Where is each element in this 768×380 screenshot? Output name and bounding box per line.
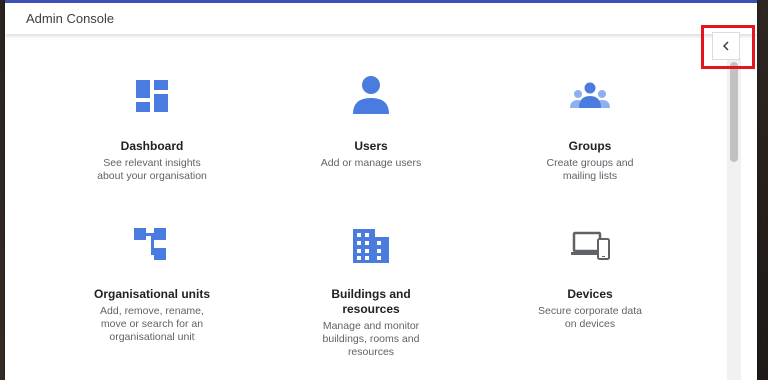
- devices-icon: [571, 231, 610, 260]
- card-description-line: Create groups and: [546, 157, 634, 169]
- card-description-line: Add, remove, rename,: [100, 305, 204, 317]
- card-title: Users: [354, 139, 388, 153]
- vertical-scrollbar[interactable]: [727, 58, 741, 380]
- app-header: Admin Console: [5, 3, 757, 34]
- card-title-line: Buildings and: [331, 287, 411, 301]
- card-description: Secure corporate data on devices: [505, 305, 675, 331]
- card-description-line: mailing lists: [562, 170, 618, 182]
- dashboard-card[interactable]: Dashboard See relevant insights about yo…: [52, 34, 252, 204]
- highlight-annotation-box: [701, 25, 755, 69]
- devices-card[interactable]: Devices Secure corporate data on devices: [490, 184, 690, 374]
- card-title: Devices: [567, 287, 613, 301]
- card-description-line: Add or manage users: [320, 157, 422, 169]
- scrollbar-thumb[interactable]: [730, 62, 738, 162]
- org-units-card[interactable]: Organisational units Add, remove, rename…: [52, 184, 252, 374]
- card-title: Buildings and resources: [271, 287, 471, 317]
- card-title: Groups: [568, 139, 612, 153]
- card-description: Create groups and mailing lists: [505, 157, 675, 183]
- card-title-line: resources: [342, 302, 400, 316]
- card-description-line: on devices: [564, 318, 616, 330]
- card-description: See relevant insights about your organis…: [67, 157, 237, 183]
- groups-card[interactable]: Groups Create groups and mailing lists: [490, 34, 690, 204]
- main-content: Dashboard See relevant insights about yo…: [5, 34, 725, 380]
- dashboard-icon: [136, 80, 168, 112]
- buildings-card[interactable]: Buildings and resources Manage and monit…: [271, 184, 471, 380]
- org-units-icon: [134, 228, 166, 260]
- admin-console-window: Admin Console Dashboard See relevant ins…: [5, 0, 757, 380]
- users-card[interactable]: Users Add or manage users: [271, 34, 471, 204]
- card-description-line: resources: [347, 346, 395, 358]
- card-description-line: buildings, rooms and: [322, 333, 420, 345]
- card-description-line: organisational unit: [109, 331, 195, 343]
- card-description-line: about your organisation: [97, 170, 207, 182]
- card-description-line: move or search for an: [100, 318, 204, 330]
- card-description-line: Manage and monitor: [322, 320, 420, 332]
- card-description-line: Secure corporate data: [538, 305, 642, 317]
- card-description: Add, remove, rename, move or search for …: [67, 305, 237, 344]
- card-description: Manage and monitor buildings, rooms and …: [286, 320, 456, 359]
- app-title: Admin Console: [26, 11, 115, 26]
- card-title: Dashboard: [120, 139, 184, 153]
- building-icon: [353, 229, 389, 263]
- card-description-line: See relevant insights: [103, 157, 201, 169]
- card-title: Organisational units: [93, 287, 210, 301]
- card-description: Add or manage users: [286, 157, 456, 170]
- user-icon: [353, 76, 389, 114]
- groups-icon: [570, 82, 610, 108]
